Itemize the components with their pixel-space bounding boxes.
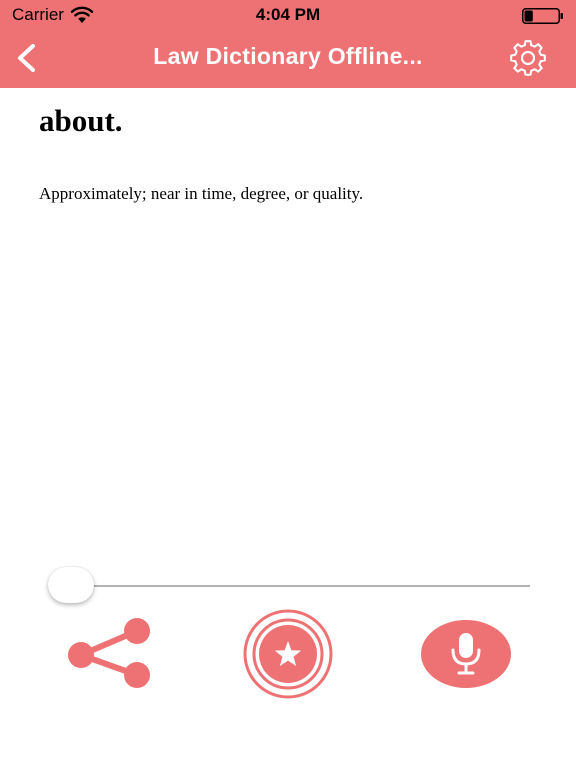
- microphone-button[interactable]: [420, 619, 512, 689]
- back-button[interactable]: [10, 40, 46, 76]
- speech-rate-slider[interactable]: [48, 566, 530, 604]
- header: Carrier 4:04 PM Law Dictionary Offline..…: [0, 0, 576, 88]
- chevron-left-icon: [18, 44, 35, 72]
- navigation-bar: Law Dictionary Offline...: [0, 30, 576, 88]
- share-button[interactable]: [64, 617, 158, 691]
- share-icon: [68, 618, 150, 688]
- battery-level-fill: [524, 10, 533, 22]
- slider-track: [48, 585, 530, 587]
- microphone-icon: [421, 620, 511, 688]
- slider-thumb[interactable]: [48, 567, 94, 603]
- gear-icon: [510, 40, 546, 76]
- entry-definition: Approximately; near in time, degree, or …: [39, 184, 364, 203]
- battery-icon: [522, 8, 563, 24]
- star-icon: [243, 609, 333, 699]
- settings-button[interactable]: [508, 38, 548, 78]
- entry-word: about.: [39, 103, 123, 138]
- page-title: Law Dictionary Offline...: [153, 43, 423, 69]
- status-time: 4:04 PM: [255, 5, 321, 24]
- favorite-button[interactable]: [242, 608, 334, 700]
- status-bar: Carrier 4:04 PM: [0, 0, 576, 30]
